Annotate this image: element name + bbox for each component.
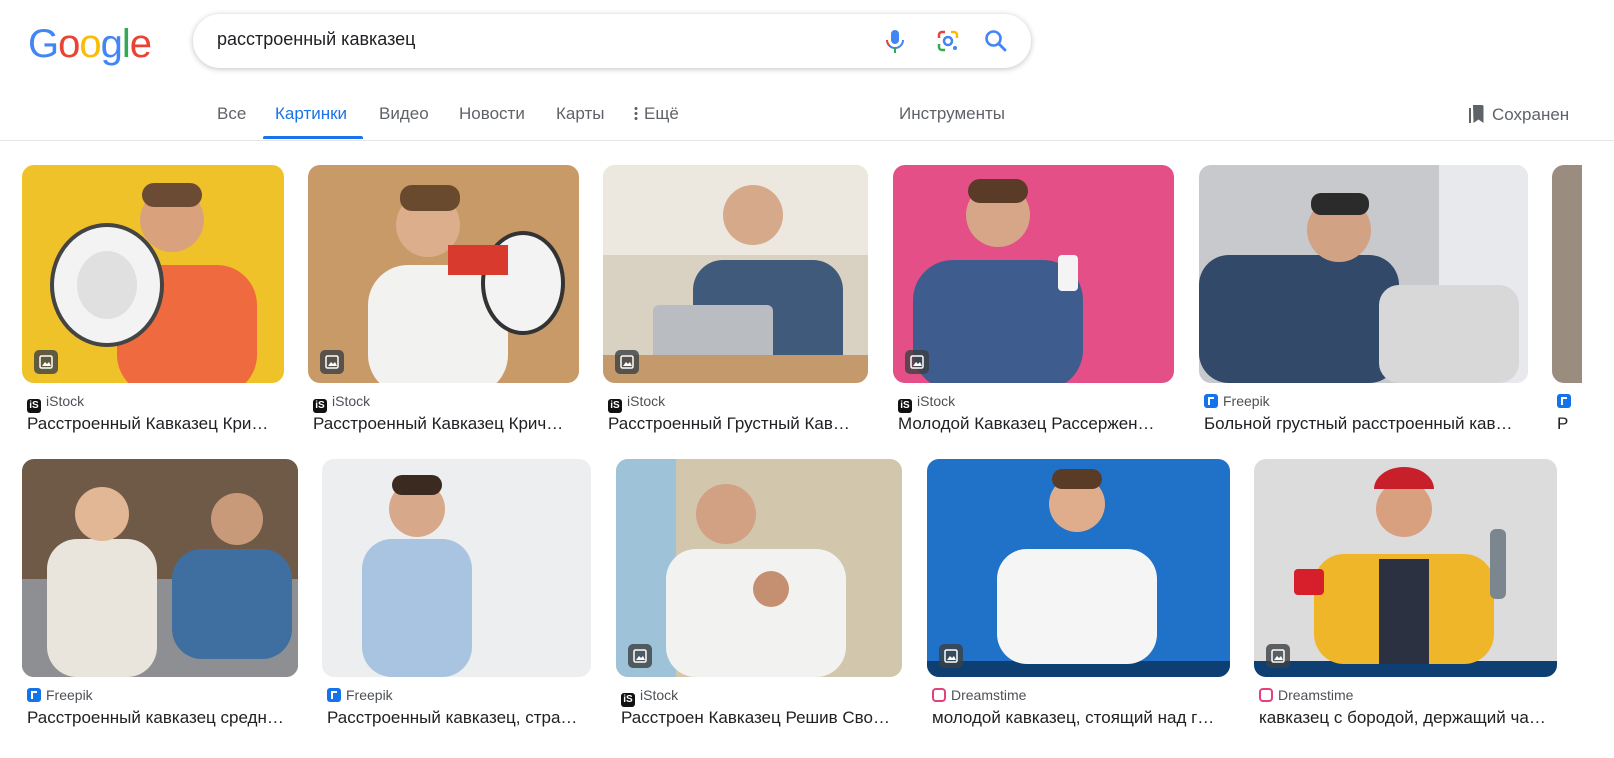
result-thumbnail[interactable] <box>1552 165 1582 383</box>
source-label: Freepik <box>46 687 93 703</box>
result-source[interactable] <box>1557 393 1576 409</box>
result-title[interactable]: Расстроенный Кавказец Крич… <box>313 414 579 434</box>
source-label: iStock <box>640 687 679 703</box>
dreamstime-icon <box>932 688 946 702</box>
result-thumbnail[interactable] <box>616 459 902 677</box>
result-title[interactable]: Молодой Кавказец Рассержен… <box>898 414 1174 434</box>
source-label: iStock <box>332 393 371 409</box>
result-source[interactable]: iS iStock <box>313 393 370 413</box>
result-source[interactable]: Freepik <box>27 687 93 703</box>
image-icon <box>34 350 58 374</box>
istock-icon: iS <box>608 399 622 413</box>
saved-button[interactable]: Сохранен <box>1468 103 1569 125</box>
tab-video[interactable]: Видео <box>379 104 429 124</box>
result-source[interactable]: iS iStock <box>27 393 84 413</box>
source-label: Freepik <box>346 687 393 703</box>
logo-letter: o <box>58 22 80 66</box>
google-logo[interactable]: Google <box>28 22 152 66</box>
image-result-card[interactable]: Freepik Расстроенный кавказец средн… <box>22 459 298 734</box>
search-tabs: Все Картинки Видео Новости Карты Ещё Инс… <box>0 90 1614 141</box>
more-label: Ещё <box>644 104 679 123</box>
active-tab-indicator <box>263 136 363 139</box>
image-icon <box>939 644 963 668</box>
result-source[interactable]: iS iStock <box>621 687 678 707</box>
result-title[interactable]: кавказец с бородой, держащий ча… <box>1259 708 1557 728</box>
logo-letter: l <box>121 22 131 66</box>
image-icon <box>905 350 929 374</box>
logo-letter: G <box>28 22 59 66</box>
freepik-icon <box>1557 394 1571 408</box>
logo-letter: e <box>129 22 152 66</box>
freepik-icon <box>27 688 41 702</box>
result-title[interactable]: Расстроенный кавказец средн… <box>27 708 298 728</box>
result-title[interactable]: Р <box>1557 414 1597 434</box>
tab-more[interactable]: Ещё <box>634 104 679 124</box>
result-source[interactable]: Dreamstime <box>1259 687 1353 703</box>
source-label: iStock <box>46 393 85 409</box>
search-box[interactable]: расстроенный кавказец <box>193 14 1031 68</box>
freepik-icon <box>327 688 341 702</box>
istock-icon: iS <box>27 399 41 413</box>
image-icon <box>320 350 344 374</box>
image-result-card[interactable]: iS iStock Молодой Кавказец Рассержен… <box>893 165 1174 440</box>
bookmark-icon <box>1469 105 1484 123</box>
image-result-card[interactable]: Freepik Больной грустный расстроенный ка… <box>1199 165 1528 440</box>
lens-icon[interactable] <box>934 27 962 55</box>
result-title[interactable]: Расстроенный Грустный Кав… <box>608 414 868 434</box>
result-source[interactable]: Freepik <box>1204 393 1270 409</box>
logo-letter: o <box>79 22 101 66</box>
image-result-card-partial[interactable]: Р <box>1552 165 1614 440</box>
result-source[interactable]: Dreamstime <box>932 687 1026 703</box>
logo-letter: g <box>100 22 123 66</box>
result-thumbnail[interactable] <box>603 165 868 383</box>
source-label: Dreamstime <box>951 687 1027 703</box>
source-label: iStock <box>917 393 956 409</box>
result-thumbnail[interactable] <box>308 165 579 383</box>
source-label: Dreamstime <box>1278 687 1354 703</box>
result-thumbnail[interactable] <box>927 459 1230 677</box>
result-thumbnail[interactable] <box>322 459 591 677</box>
tab-all[interactable]: Все <box>217 104 246 124</box>
image-result-card[interactable]: iS iStock Расстроенный Грустный Кав… <box>603 165 868 440</box>
istock-icon: iS <box>898 399 912 413</box>
tab-news[interactable]: Новости <box>459 104 525 124</box>
search-icon[interactable] <box>982 27 1010 55</box>
result-title[interactable]: Расстроен Кавказец Решив Сво… <box>621 708 902 728</box>
microphone-icon[interactable] <box>881 27 909 55</box>
result-source[interactable]: iS iStock <box>608 393 665 413</box>
result-title[interactable]: Расстроенный кавказец, стра… <box>327 708 591 728</box>
image-icon <box>615 350 639 374</box>
istock-icon: iS <box>621 693 635 707</box>
image-result-card[interactable]: iS iStock Расстроенный Кавказец Кри… <box>22 165 284 440</box>
image-result-card[interactable]: Dreamstime кавказец с бородой, держащий … <box>1254 459 1557 734</box>
saved-label: Сохранен <box>1492 105 1570 124</box>
tab-maps[interactable]: Карты <box>556 104 604 124</box>
result-source[interactable]: iS iStock <box>898 393 955 413</box>
search-input[interactable]: расстроенный кавказец <box>217 29 415 50</box>
result-title[interactable]: Расстроенный Кавказец Кри… <box>27 414 284 434</box>
image-icon <box>628 644 652 668</box>
more-vert-icon <box>634 106 638 120</box>
freepik-icon <box>1204 394 1218 408</box>
result-thumbnail[interactable] <box>1254 459 1557 677</box>
result-thumbnail[interactable] <box>22 459 298 677</box>
image-result-card[interactable]: iS iStock Расстроен Кавказец Решив Сво… <box>616 459 902 734</box>
image-result-card[interactable]: Freepik Расстроенный кавказец, стра… <box>322 459 591 734</box>
result-source[interactable]: Freepik <box>327 687 393 703</box>
source-label: Freepik <box>1223 393 1270 409</box>
istock-icon: iS <box>313 399 327 413</box>
image-result-card[interactable]: iS iStock Расстроенный Кавказец Крич… <box>308 165 579 440</box>
image-result-card[interactable]: Dreamstime молодой кавказец, стоящий над… <box>927 459 1230 734</box>
dreamstime-icon <box>1259 688 1273 702</box>
tab-images[interactable]: Картинки <box>275 104 347 124</box>
result-thumbnail[interactable] <box>1199 165 1528 383</box>
tools-button[interactable]: Инструменты <box>899 104 1005 124</box>
image-icon <box>1266 644 1290 668</box>
result-title[interactable]: Больной грустный расстроенный кав… <box>1204 414 1528 434</box>
result-title[interactable]: молодой кавказец, стоящий над г… <box>932 708 1230 728</box>
source-label: iStock <box>627 393 666 409</box>
result-thumbnail[interactable] <box>22 165 284 383</box>
result-thumbnail[interactable] <box>893 165 1174 383</box>
